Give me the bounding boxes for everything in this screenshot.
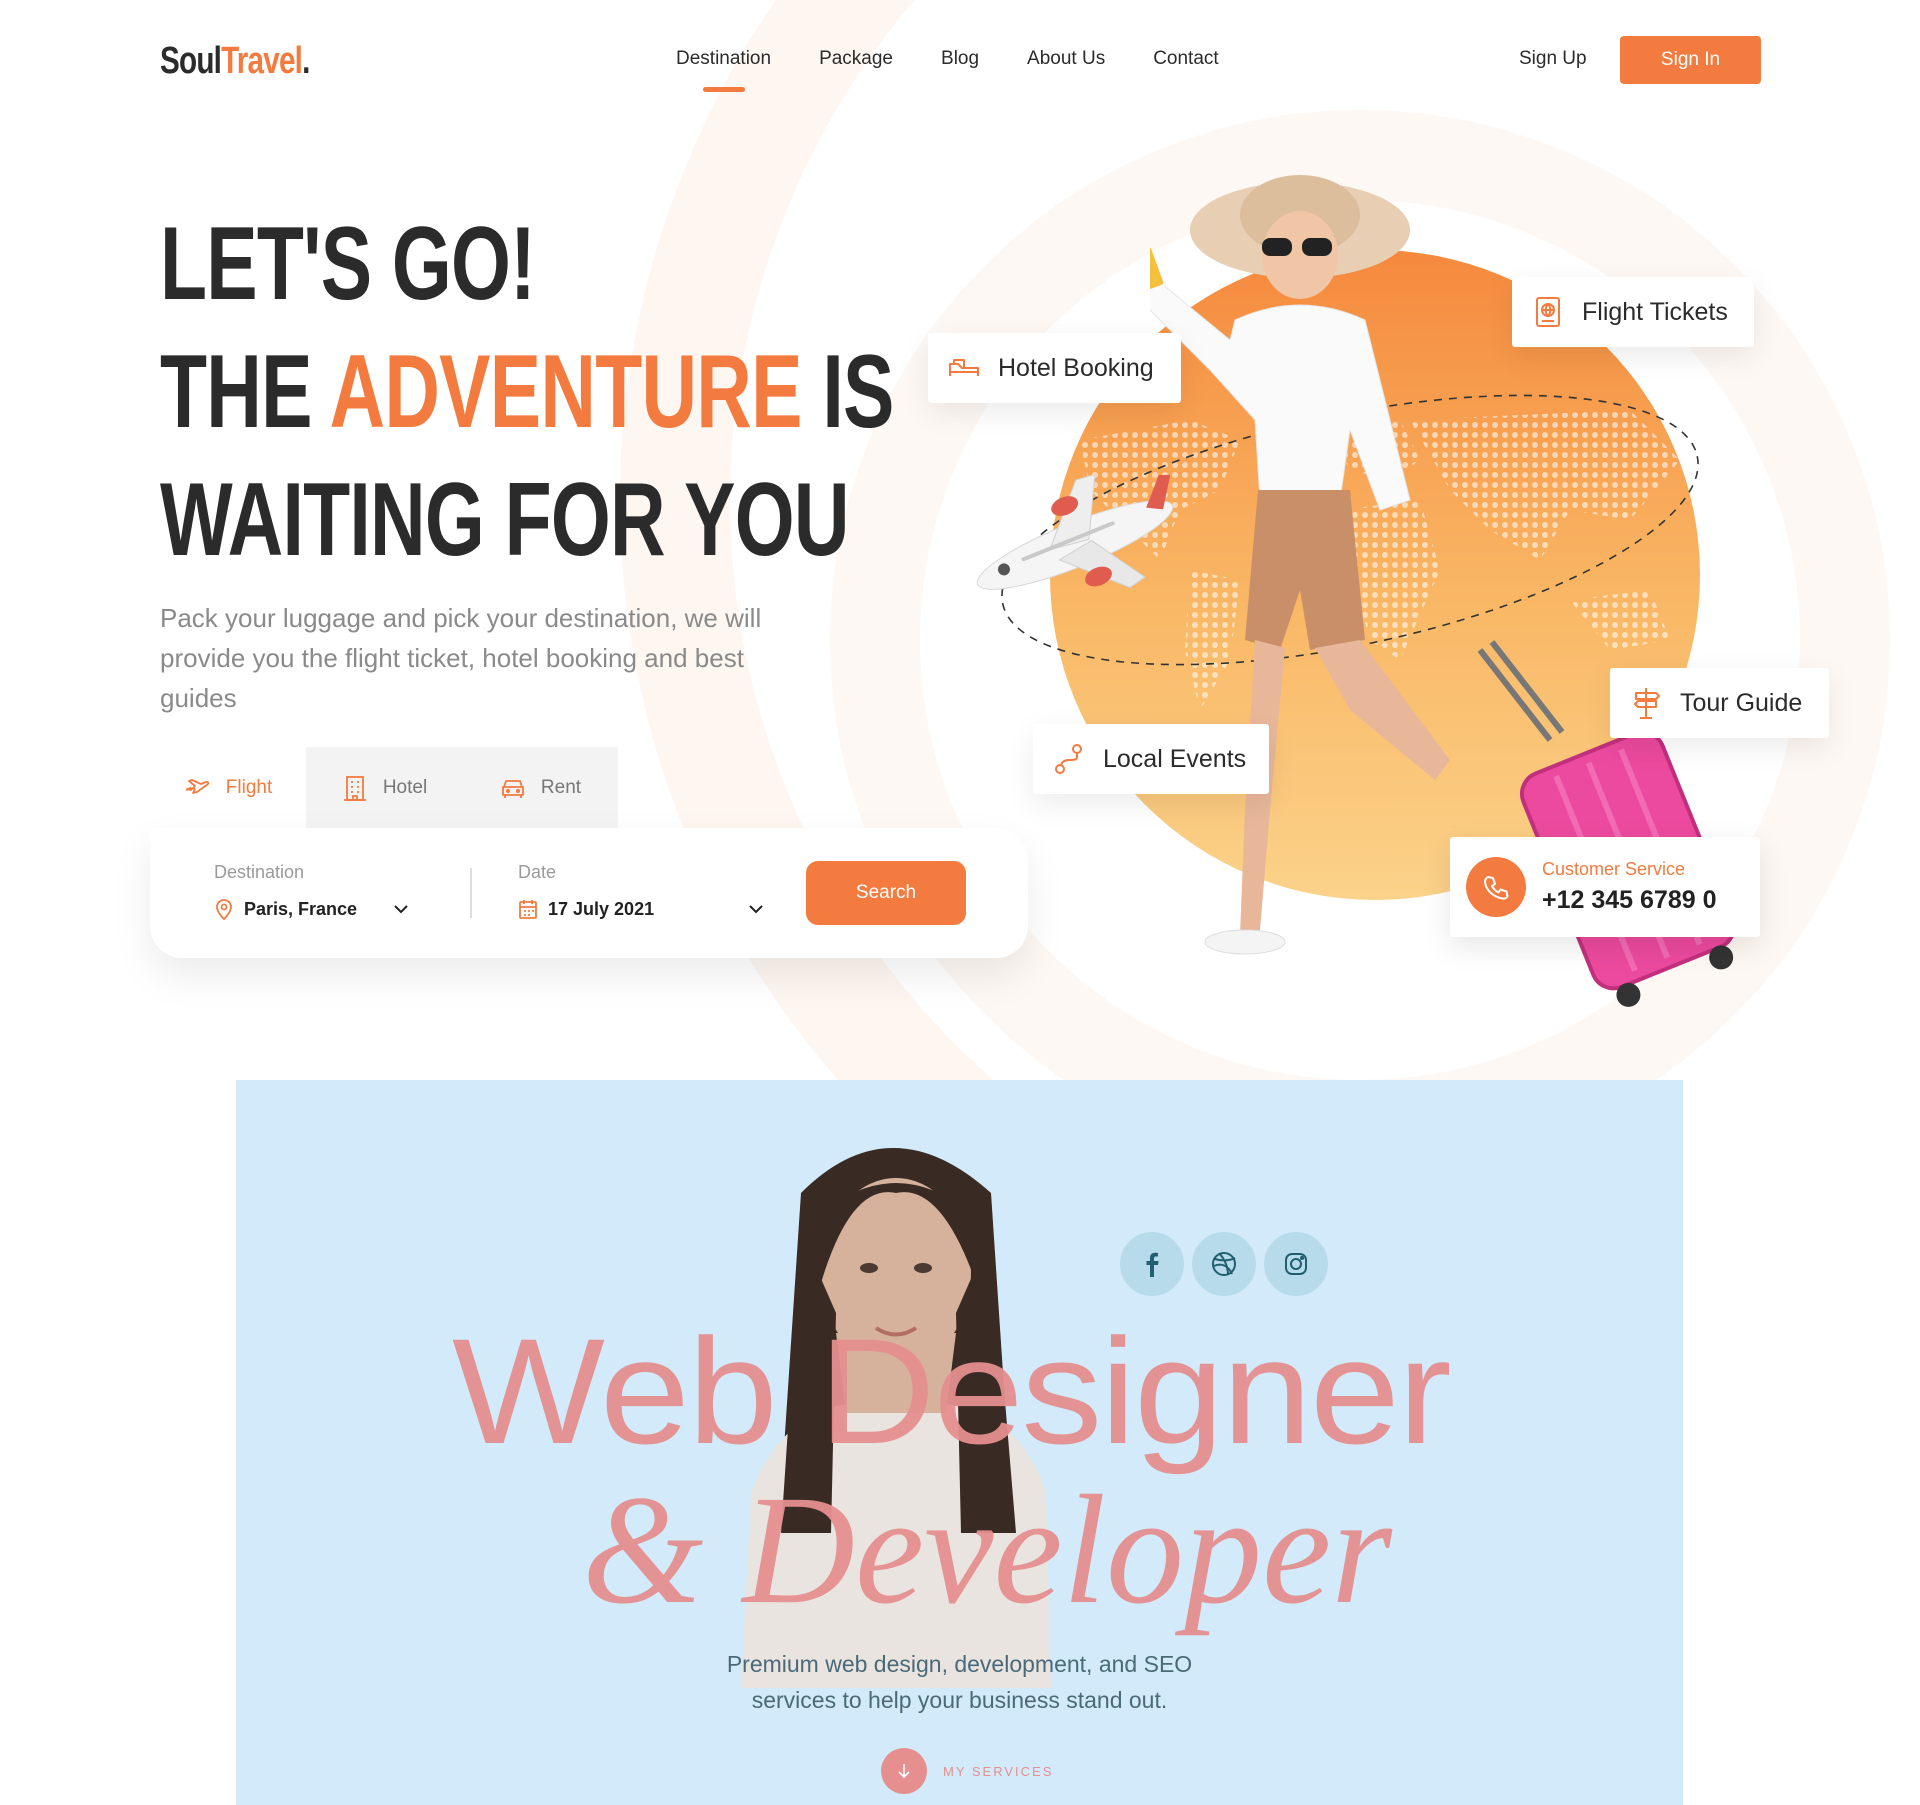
tab-rent[interactable]: Rent	[462, 747, 618, 829]
dribbble-link[interactable]	[1192, 1232, 1256, 1296]
customer-service-phone: +12 345 6789 0	[1542, 886, 1717, 914]
headline-line-1: LET'S GO!	[160, 206, 536, 322]
arrow-down-icon	[898, 1764, 910, 1779]
hotel-booking-badge[interactable]: Hotel Booking	[928, 333, 1181, 403]
destination-label: Destination	[214, 862, 305, 882]
hero-headline: LET'S GO! THE ADVENTURE IS WAITING FOR Y…	[160, 200, 894, 584]
social-links	[1120, 1232, 1328, 1296]
destination-select[interactable]: Paris, France	[214, 898, 409, 920]
tour-guide-badge[interactable]: Tour Guide	[1610, 668, 1829, 738]
date-label: Date	[518, 862, 557, 882]
nav-about-us[interactable]: About Us	[1027, 48, 1105, 70]
phone-icon	[1466, 857, 1526, 917]
facebook-link[interactable]	[1120, 1232, 1184, 1296]
my-services-label: MY SERVICES	[943, 1763, 1054, 1779]
date-select[interactable]: 17 July 2021	[518, 898, 764, 920]
car-icon	[502, 780, 524, 798]
portfolio-title-line-1: Web Designer	[452, 1307, 1452, 1475]
hero-subtext: Pack your luggage and pick your destinat…	[160, 603, 762, 713]
chevron-down-icon	[394, 905, 408, 914]
instagram-icon	[1285, 1253, 1307, 1275]
portfolio-tagline: Premium web design, development, and SEO…	[726, 1651, 1193, 1713]
sign-up-link[interactable]: Sign Up	[1519, 48, 1587, 70]
headline-line-2: THE ADVENTURE IS	[160, 334, 894, 450]
flight-tickets-badge[interactable]: Flight Tickets	[1512, 277, 1754, 347]
logo[interactable]: SoulTravel.	[160, 40, 310, 83]
nav-contact[interactable]: Contact	[1153, 48, 1218, 70]
main-nav: Destination Package Blog About Us Contac…	[676, 48, 1219, 70]
nav-blog[interactable]: Blog	[941, 48, 979, 70]
calendar-icon	[519, 900, 537, 919]
nav-destination[interactable]: Destination	[676, 48, 771, 70]
route-pin-icon	[1055, 744, 1082, 774]
portfolio-section: Web Designer & Developer Premium web des…	[236, 1080, 1683, 1805]
headline-accent: ADVENTURE	[329, 334, 802, 450]
customer-service-card[interactable]: Customer Service +12 345 6789 0	[1450, 837, 1760, 937]
portfolio-title-line-2: & Developer	[582, 1463, 1393, 1636]
customer-service-label: Customer Service	[1542, 859, 1686, 879]
local-events-badge[interactable]: Local Events	[1033, 724, 1269, 794]
field-divider	[470, 868, 472, 918]
search-tabs: Flight Hotel Rent	[150, 747, 618, 829]
headline-line-3: WAITING FOR YOU	[160, 462, 849, 578]
facebook-icon	[1146, 1252, 1159, 1277]
arrow-down-button[interactable]	[881, 1748, 927, 1794]
sign-in-button[interactable]: Sign In	[1620, 36, 1761, 84]
hero-section: SoulTravel. Destination Package Blog Abo…	[0, 0, 1920, 1080]
tab-flight[interactable]: Flight	[150, 747, 306, 829]
search-button[interactable]: Search	[806, 861, 966, 925]
my-services-link[interactable]: MY SERVICES	[881, 1748, 1053, 1794]
nav-package[interactable]: Package	[819, 48, 893, 70]
location-pin-icon	[216, 899, 232, 920]
plane-icon	[185, 779, 209, 794]
search-card: Destination Paris, France Date 17 July 2…	[150, 828, 1028, 958]
signpost-icon	[1634, 688, 1660, 719]
passport-icon	[1536, 297, 1560, 327]
dribbble-icon	[1212, 1252, 1236, 1276]
building-icon	[343, 776, 366, 801]
chevron-down-icon	[749, 905, 763, 914]
hotel-bed-icon	[949, 359, 979, 376]
instagram-link[interactable]	[1264, 1232, 1328, 1296]
tab-hotel[interactable]: Hotel	[306, 747, 462, 829]
